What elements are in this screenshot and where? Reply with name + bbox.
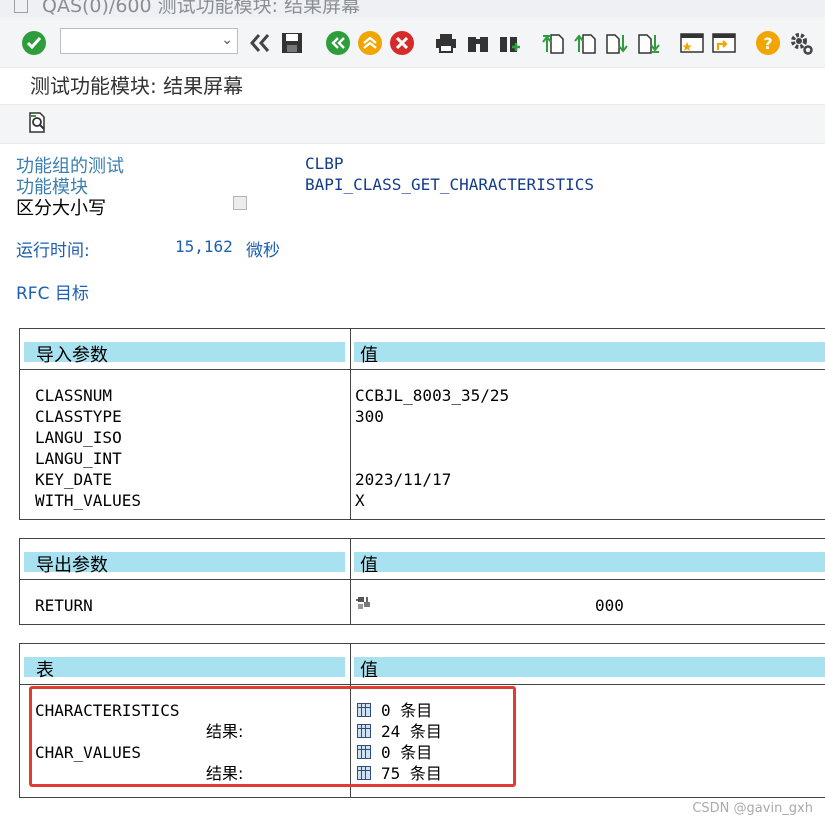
param-name: WITH_VALUES	[35, 491, 141, 510]
enter-icon[interactable]	[22, 31, 46, 55]
param-value: 300	[355, 407, 384, 426]
next-page-icon[interactable]	[604, 31, 630, 55]
export-header-name: 导出参数	[24, 552, 345, 576]
case-sensitive-label: 区分大小写	[16, 198, 106, 219]
generate-shortcut-icon[interactable]	[711, 31, 737, 55]
import-header-name: 导入参数	[24, 342, 345, 366]
param-name: CLASSTYPE	[35, 407, 122, 426]
help-icon[interactable]: ?	[756, 31, 780, 55]
function-group-value: CLBP	[305, 154, 344, 173]
back-double-icon[interactable]	[248, 31, 272, 55]
param-name: RETURN	[35, 596, 93, 615]
exit-icon[interactable]	[358, 31, 382, 55]
print-icon[interactable]	[433, 31, 459, 55]
rfc-target-label: RFC 目标	[16, 284, 89, 304]
search-document-icon[interactable]	[27, 112, 49, 134]
param-value: CCBJL_8003_35/25	[355, 386, 510, 405]
previous-page-icon[interactable]	[572, 31, 598, 55]
highlight-box	[29, 686, 516, 787]
case-sensitive-checkbox	[233, 196, 247, 210]
application-toolbar	[0, 104, 825, 144]
param-value: 2023/11/17	[355, 470, 452, 489]
document-icon	[14, 0, 28, 13]
standard-toolbar: ⌄ ?	[0, 17, 825, 68]
find-next-icon[interactable]	[497, 31, 523, 55]
create-session-icon[interactable]	[679, 31, 705, 55]
tables-header-name: 表	[24, 657, 345, 681]
back-icon[interactable]	[326, 31, 350, 55]
screen-title: 测试功能模块: 结果屏幕	[30, 74, 244, 98]
runtime-unit: 微秒	[246, 241, 280, 261]
runtime-value: 15,162	[175, 237, 233, 256]
param-name: CLASSNUM	[35, 386, 113, 405]
param-value: 000	[595, 596, 624, 615]
find-icon[interactable]	[465, 31, 491, 55]
export-header-value: 值	[354, 552, 825, 576]
command-field[interactable]: ⌄	[60, 28, 238, 54]
param-name: LANGU_INT	[35, 449, 122, 468]
save-icon[interactable]	[279, 31, 305, 55]
structure-icon[interactable]	[355, 595, 373, 616]
settings-icon[interactable]	[788, 31, 814, 55]
param-name: LANGU_ISO	[35, 428, 122, 447]
chevron-down-icon[interactable]: ⌄	[221, 32, 233, 48]
window-title: QAS(0)/600 测试功能模块: 结果屏幕	[42, 0, 361, 17]
window-titlebar: QAS(0)/600 测试功能模块: 结果屏幕	[0, 0, 825, 17]
import-header-value: 值	[354, 342, 825, 366]
last-page-icon[interactable]	[636, 31, 662, 55]
import-parameters-panel: 导入参数 值 CLASSNUM CLASSTYPE LANGU_ISO LANG…	[19, 328, 825, 520]
runtime-label: 运行时间:	[16, 241, 90, 261]
export-parameters-panel: 导出参数 值 RETURN 000	[19, 538, 825, 625]
param-value: X	[355, 491, 365, 510]
cancel-icon[interactable]	[390, 31, 414, 55]
watermark: CSDN @gavin_gxh	[692, 801, 813, 816]
function-module-value: BAPI_CLASS_GET_CHARACTERISTICS	[305, 175, 594, 194]
param-name: KEY_DATE	[35, 470, 113, 489]
tables-header-value: 值	[354, 657, 825, 681]
first-page-icon[interactable]	[540, 31, 566, 55]
